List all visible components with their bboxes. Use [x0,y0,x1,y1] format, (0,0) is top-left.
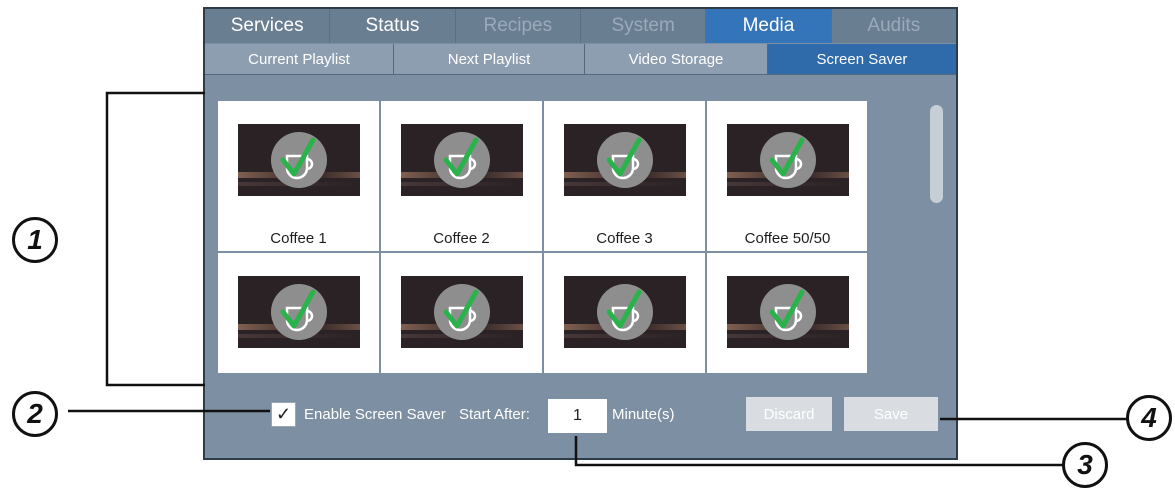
callout-2: 2 [12,391,58,437]
callout-4: 4 [1126,395,1172,441]
callout-leader-lines [68,91,1128,467]
callout-1: 1 [12,217,58,263]
callout-3: 3 [1062,442,1108,488]
